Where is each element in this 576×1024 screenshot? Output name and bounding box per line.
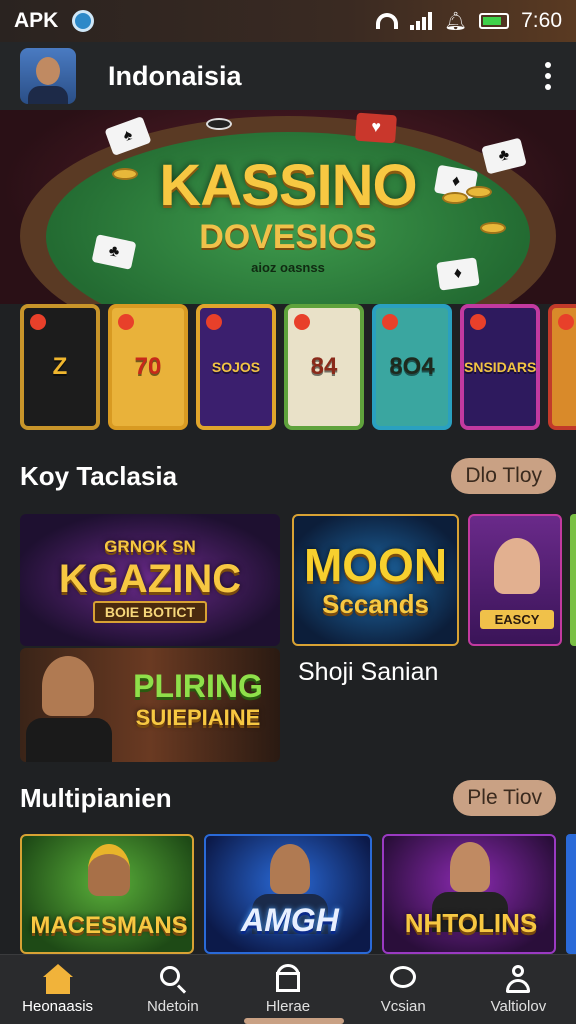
tile-badge-icon	[382, 314, 398, 330]
game-card-title: KGAZINC	[58, 557, 242, 601]
nav-item-search[interactable]: Ndetoin	[115, 955, 230, 1024]
game-card-subtitle: Sccands	[322, 588, 429, 619]
game-card[interactable]: PLIRING SUIEPIAINE	[20, 648, 280, 762]
avatar[interactable]	[20, 48, 76, 104]
nav-item-profile[interactable]: Valtiolov	[461, 955, 576, 1024]
status-bar: APK 🔔︎ 7:60	[0, 0, 576, 42]
game-card-title: NHTOLINS	[404, 908, 538, 938]
banner-subtitle: DOVESIOS	[199, 218, 377, 256]
game-card[interactable]: MOON Sccands	[292, 514, 459, 646]
tile-badge-icon	[118, 314, 134, 330]
game-tile[interactable]: 8O4	[372, 304, 452, 430]
game-card[interactable]: EASCY	[468, 514, 562, 646]
tile-badge-icon	[558, 314, 575, 330]
page-title: Indonaisia	[108, 60, 242, 91]
silent-icon: 🔔︎	[444, 10, 468, 31]
nav-label: Vcsian	[380, 998, 426, 1015]
tile-label: 8O4	[389, 353, 435, 380]
poker-chip-icon	[206, 118, 232, 130]
game-card-title: AMGH	[241, 902, 339, 938]
app-header: Indonaisia	[0, 42, 576, 110]
section-title: Koy Taclasia	[20, 460, 178, 491]
wifi-icon	[376, 13, 399, 29]
game-tile[interactable]: SNSIDARS	[460, 304, 541, 430]
status-app-icon	[72, 10, 95, 32]
game-card-subtitle: BOIE BOTICT	[92, 601, 208, 623]
nav-item-store[interactable]: Hlerae	[230, 955, 345, 1024]
home-icon	[42, 964, 73, 994]
host-portrait	[494, 538, 540, 594]
nav-label: Valtiolov	[490, 998, 547, 1015]
signal-icon	[410, 12, 433, 30]
host-portrait	[42, 656, 94, 716]
game-card[interactable]: AMGH	[204, 834, 372, 954]
game-tiles-row: Z 70 SOJOS 84 8O4 SNSIDARS	[20, 304, 576, 432]
battery-icon	[479, 13, 510, 29]
game-card-title: PLIRING	[133, 668, 263, 704]
tile-badge-icon	[30, 314, 46, 330]
game-card-partial[interactable]	[566, 834, 576, 954]
section-header: Multipianien Ple Tiov	[20, 778, 556, 818]
game-card-title: MACESMANS	[30, 912, 188, 939]
nav-item-chat[interactable]: Vcsian	[346, 955, 461, 1024]
game-card-title: EASCY	[480, 610, 554, 629]
nav-label: Ndetoin	[146, 998, 199, 1015]
play-button[interactable]: Ple Tiov	[453, 780, 556, 816]
section-title: Multipianien	[20, 782, 172, 813]
game-card[interactable]: MACESMANS	[20, 834, 194, 954]
game-tile[interactable]: SOJOS	[196, 304, 276, 430]
game-card[interactable]: NHTOLINS	[382, 834, 556, 954]
hero-banner[interactable]: ♠ ♣ ♦ ♣ ♦ ♥ KASSINO DOVESIOS aioz oasnss	[0, 110, 576, 304]
game-card-text: PLIRING SUIEPIAINE	[118, 668, 278, 731]
tile-badge-icon	[206, 314, 222, 330]
profile-icon	[503, 964, 533, 994]
game-card[interactable]: GRNOK SN KGAZINC BOIE BOTICT	[20, 514, 280, 646]
game-caption: Shoji Sanian	[298, 658, 439, 686]
status-time: 7:60	[521, 9, 562, 32]
banner-title: KASSINO	[159, 153, 417, 218]
host-portrait	[88, 844, 130, 896]
game-tile[interactable]: 70	[108, 304, 188, 430]
search-icon	[158, 964, 188, 994]
nav-label: Hlerae	[265, 998, 311, 1015]
host-portrait	[450, 842, 490, 892]
tile-badge-icon	[470, 314, 486, 330]
nav-label: Heonaasis	[22, 998, 94, 1015]
host-portrait	[270, 844, 310, 894]
tile-label: SOJOS	[211, 359, 261, 375]
tile-label: 84	[310, 353, 338, 380]
nav-active-indicator	[244, 1018, 344, 1024]
playing-card-icon: ♥	[355, 112, 397, 144]
status-app-label: APK	[14, 9, 59, 32]
store-icon	[273, 964, 303, 994]
game-card-subtitle: SUIEPIAINE	[135, 705, 261, 730]
tile-badge-icon	[294, 314, 310, 330]
tile-label: Z	[52, 353, 68, 380]
nav-item-home[interactable]: Heonaasis	[0, 955, 115, 1024]
tile-label: 70	[134, 353, 162, 380]
tile-label: SNSIDARS	[464, 359, 537, 375]
bottom-navigation: Heonaasis Ndetoin Hlerae Vcsian Valtiolo…	[0, 954, 576, 1024]
host-shirt	[26, 718, 112, 762]
chat-icon	[388, 964, 418, 994]
game-card-partial[interactable]	[570, 514, 576, 646]
game-card-title: MOON	[303, 538, 448, 591]
more-vert-icon[interactable]	[540, 62, 556, 90]
game-card-top-text: GRNOK SN	[104, 537, 196, 556]
play-button[interactable]: Dlo Tloy	[451, 458, 556, 494]
game-tile[interactable]	[548, 304, 576, 430]
game-tile[interactable]: Z	[20, 304, 100, 430]
section-header: Koy Taclasia Dlo Tloy	[20, 456, 556, 496]
game-tile[interactable]: 84	[284, 304, 364, 430]
banner-caption: aioz oasnss	[251, 260, 325, 275]
